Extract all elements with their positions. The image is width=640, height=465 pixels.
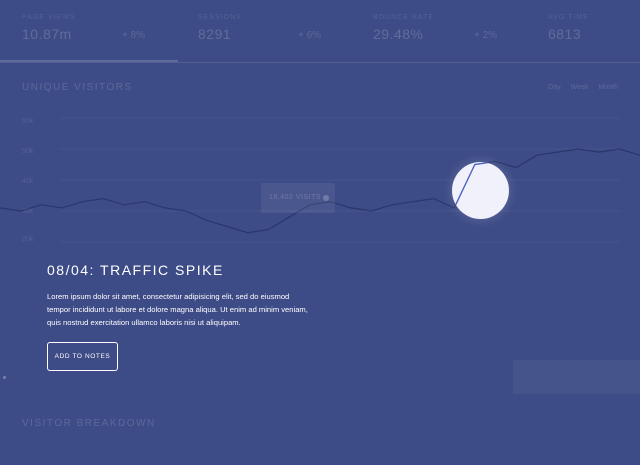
stat-value: 8291 xyxy=(198,26,232,42)
range-option[interactable]: Day xyxy=(548,84,560,91)
visitors-line-chart xyxy=(0,117,640,243)
stat-value: 6813 xyxy=(548,26,582,42)
range-option[interactable]: Month xyxy=(599,84,618,91)
faded-panel xyxy=(513,360,640,394)
range-option[interactable]: Week xyxy=(571,84,589,91)
stat-label: AVG TIME xyxy=(548,14,589,21)
spotlight-series-line xyxy=(452,162,509,209)
chart-section-title: UNIQUE VISITORS xyxy=(22,82,133,93)
callout-title: 08/04: TRAFFIC SPIKE xyxy=(47,262,224,278)
chart-hover-tooltip: 18,402 VISITS xyxy=(261,183,335,213)
stat-value: 10.87m xyxy=(22,26,72,42)
stat-label: SESSIONS xyxy=(198,14,242,21)
stat-label: PAGE VIEWS xyxy=(22,14,76,21)
spotlight-chart-detail xyxy=(452,162,509,209)
tooltip-dot-icon xyxy=(323,195,329,201)
stat-delta: + 2% xyxy=(474,30,498,41)
breakdown-section-title: VISITOR BREAKDOWN xyxy=(22,418,156,429)
add-to-notes-label: ADD TO NOTES xyxy=(54,353,111,360)
add-to-notes-button[interactable]: ADD TO NOTES xyxy=(47,342,118,371)
callout-body: Lorem ipsum dolor sit amet, consectetur … xyxy=(47,292,308,327)
stats-bar: PAGE VIEWS 10.87m + 8% SESSIONS 8291 + 6… xyxy=(0,0,640,63)
active-stat-underline xyxy=(0,60,178,62)
indicator-dot-icon xyxy=(3,376,6,379)
stat-delta: + 6% xyxy=(298,30,322,41)
range-options: Day Week Month xyxy=(548,84,618,91)
stat-label: BOUNCE RATE xyxy=(373,14,435,21)
spotlight-highlight[interactable] xyxy=(452,162,509,219)
stat-value: 29.48% xyxy=(373,26,424,42)
tooltip-text: 18,402 VISITS xyxy=(269,194,322,201)
stat-delta: + 8% xyxy=(122,30,146,41)
dashboard-underlay: PAGE VIEWS 10.87m + 8% SESSIONS 8291 + 6… xyxy=(0,0,640,465)
